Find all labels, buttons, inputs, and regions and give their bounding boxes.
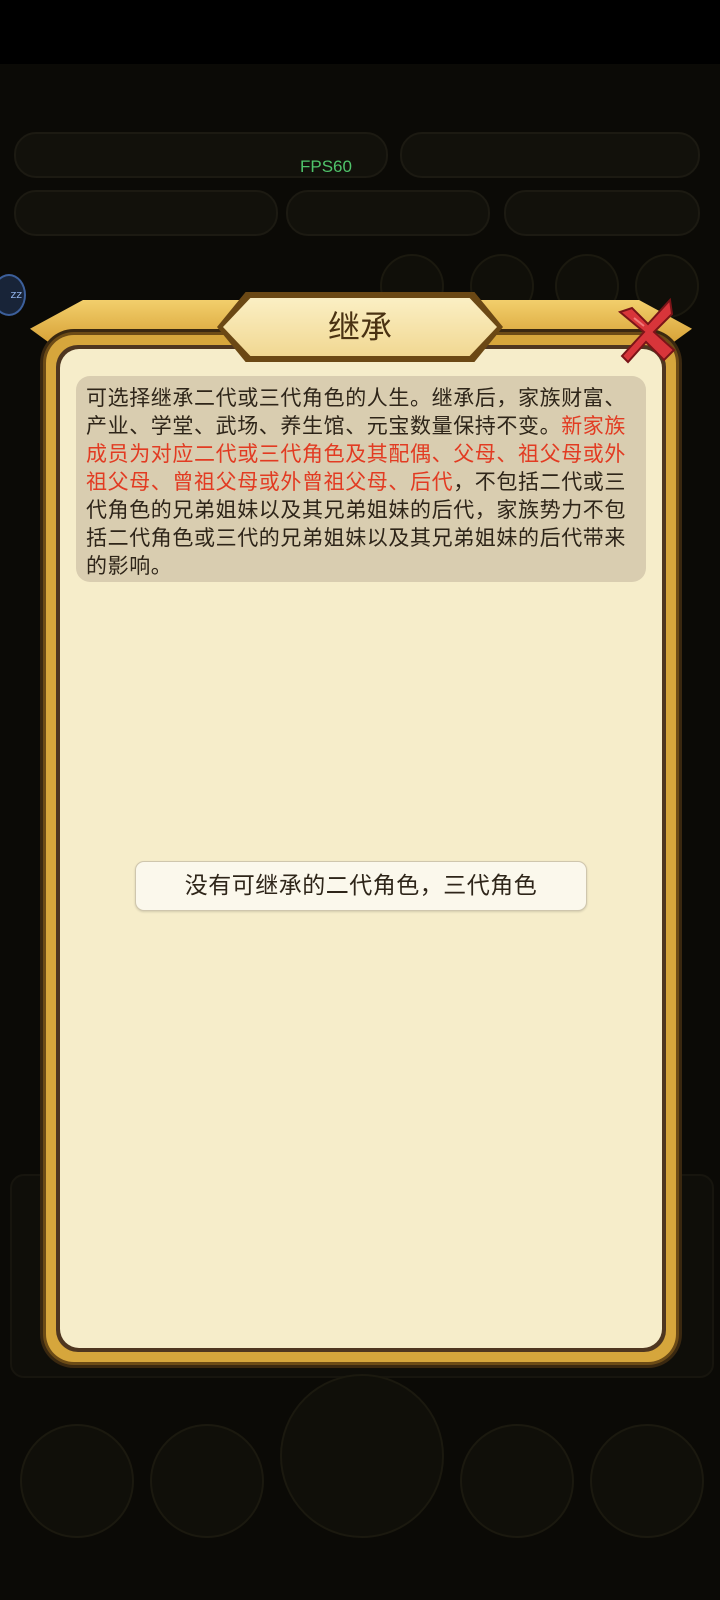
close-cross-icon [617, 297, 676, 364]
bg-nav-icon [460, 1424, 574, 1538]
empty-state-message: 没有可继承的二代角色，三代角色 [135, 861, 587, 911]
bg-nav-icon [20, 1424, 134, 1538]
bg-nav-icon [150, 1424, 264, 1538]
bg-status-pill [504, 190, 700, 236]
bg-nav-icon [280, 1374, 444, 1538]
bg-status-pill [286, 190, 490, 236]
bg-status-pill [400, 132, 700, 178]
inherit-description: 可选择继承二代或三代角色的人生。继承后，家族财富、产业、学堂、武场、养生馆、元宝… [76, 376, 646, 582]
close-button[interactable] [614, 297, 676, 364]
dialog-title: 继承 [327, 308, 392, 346]
fps-counter: FPS60 [300, 157, 352, 176]
bg-status-pill [14, 190, 278, 236]
bg-nav-icon [590, 1424, 704, 1538]
description-text: 可选择继承二代或三代角色的人生。继承后，家族财富、产业、学堂、武场、养生馆、元宝… [86, 386, 626, 438]
